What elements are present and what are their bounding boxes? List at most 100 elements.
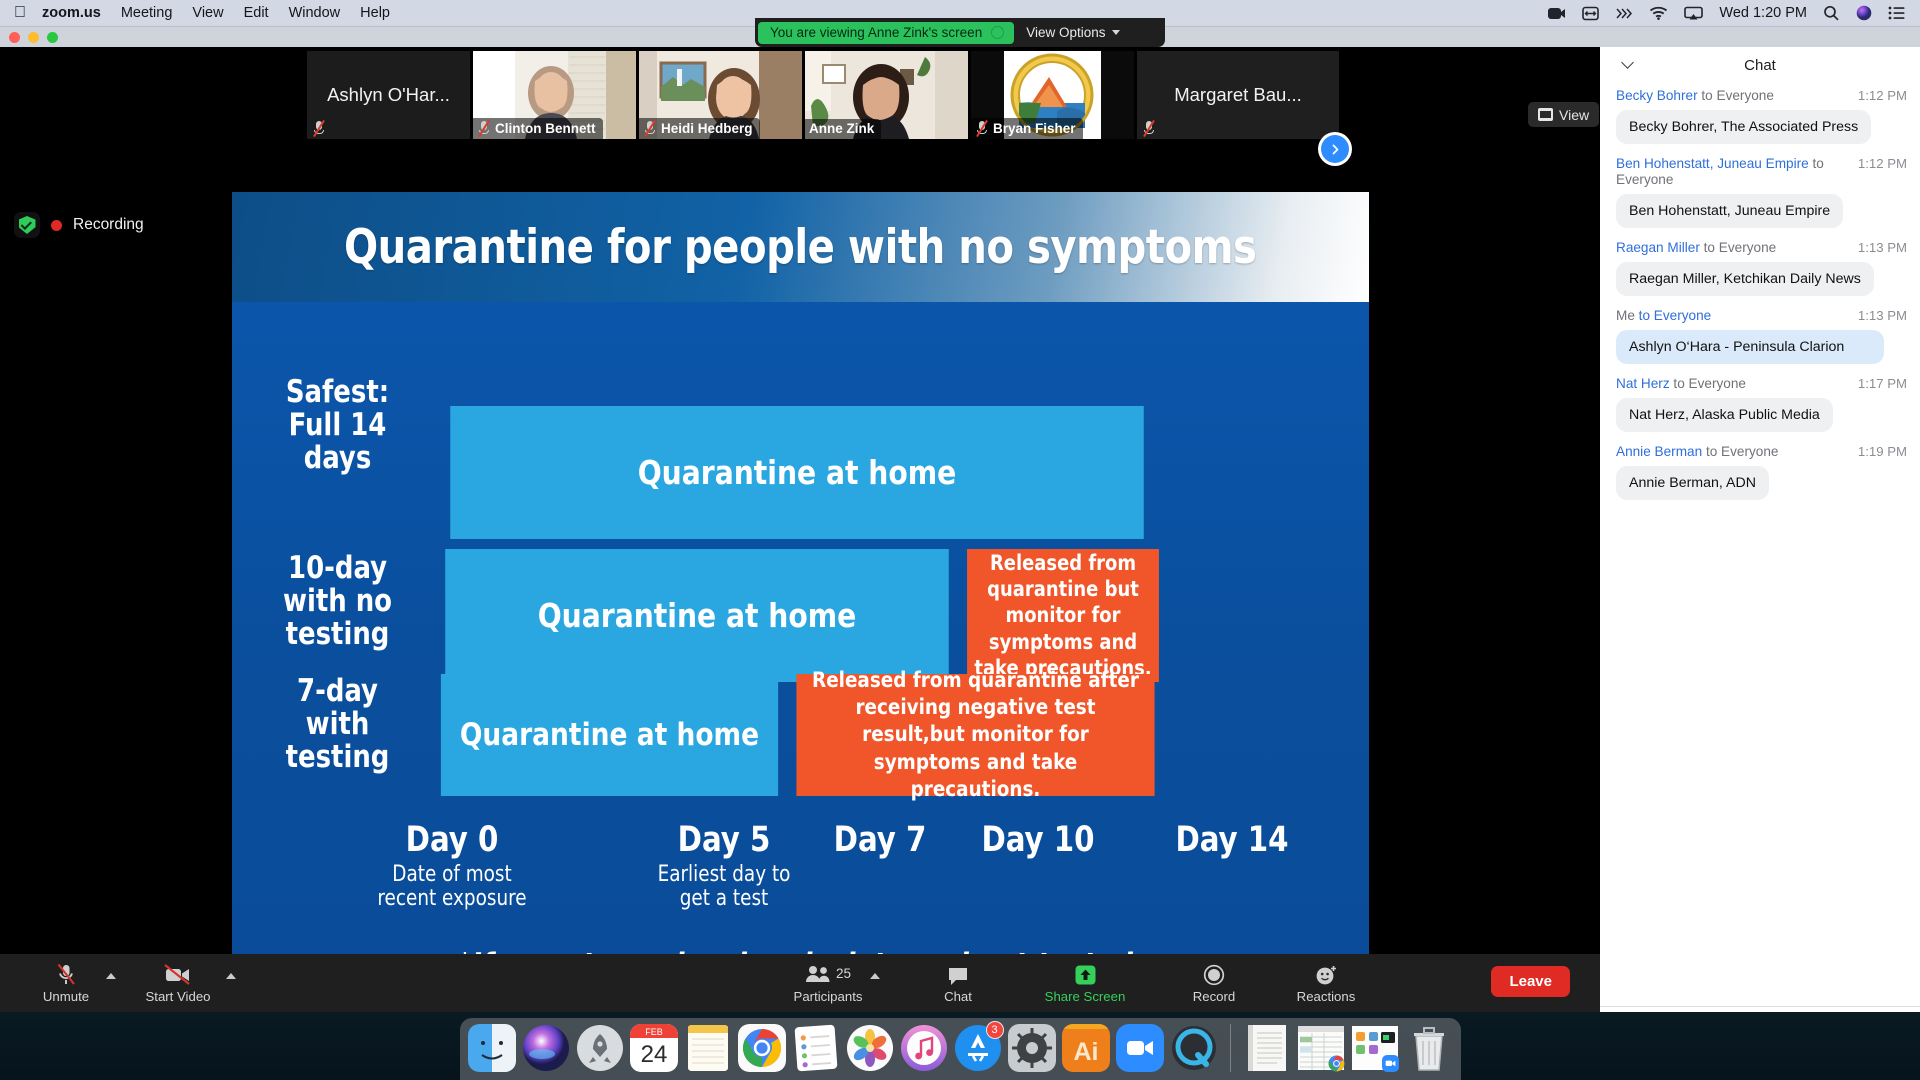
apple-icon[interactable]: : [14, 5, 26, 21]
dock-item-photos[interactable]: [846, 1024, 894, 1080]
minimize-button[interactable]: [28, 32, 39, 43]
dock-item-siri[interactable]: [522, 1024, 570, 1080]
thumbnail-bryan-fisher[interactable]: Bryan Fisher: [971, 51, 1134, 139]
thumbnail-ashlyn-ohara[interactable]: Ashlyn O'Har...: [307, 51, 470, 139]
dock-item-launchpad[interactable]: [576, 1024, 624, 1080]
thumbnail-anne-zink[interactable]: Anne Zink: [805, 51, 968, 139]
bar-text: Quarantine at home: [537, 596, 857, 635]
control-center-icon[interactable]: [1888, 6, 1906, 20]
siri-icon: [522, 1024, 570, 1072]
participants-label: Participants: [793, 988, 863, 1004]
shield-check-icon[interactable]: [14, 212, 40, 238]
dock-item-finder[interactable]: [467, 1024, 516, 1080]
menu-item-window[interactable]: Window: [289, 5, 341, 21]
dock-minimized-zoom-window[interactable]: [1351, 1024, 1399, 1080]
search-icon[interactable]: [1823, 5, 1840, 21]
menu-item-meeting[interactable]: Meeting: [121, 5, 173, 21]
chat-message: Becky Bohrer to Everyone 1:12 PM Becky B…: [1616, 88, 1907, 144]
chat-bubble: Ben Hohenstatt, Juneau Empire: [1616, 194, 1844, 229]
menu-item-help[interactable]: Help: [360, 5, 390, 21]
itunes-icon: [900, 1024, 948, 1072]
airplay-icon[interactable]: [1684, 6, 1704, 21]
duet-display-icon[interactable]: [1582, 6, 1600, 21]
dock-item-calendar[interactable]: FEB 24: [629, 1024, 678, 1080]
unmute-button[interactable]: Unmute: [30, 963, 116, 1004]
pause-ring-icon[interactable]: [991, 26, 1005, 39]
start-video-button[interactable]: Start Video: [136, 963, 236, 1004]
record-button[interactable]: Record: [1182, 963, 1246, 1004]
leave-button[interactable]: Leave: [1491, 966, 1570, 997]
finder-icon: [467, 1024, 516, 1072]
row-label-text: Safest: Full 14 days: [285, 374, 390, 476]
quicktime-icon: [1170, 1024, 1218, 1072]
sharing-status-text: You are viewing Anne Zink's screen: [770, 25, 983, 40]
dock-minimized-browser-window[interactable]: [1297, 1024, 1345, 1080]
menu-item-zoom-us[interactable]: zoom.us: [42, 5, 101, 21]
dock-item-system-preferences[interactable]: [1007, 1024, 1056, 1080]
thumbnail-name: Anne Zink: [809, 121, 875, 136]
menu-item-view[interactable]: View: [192, 5, 223, 21]
recording-dot-icon: [51, 219, 62, 231]
dock-minimized-document[interactable]: [1243, 1024, 1291, 1080]
bar-row2-quarantine: Quarantine at home: [445, 549, 949, 682]
chat-recipient: to Everyone: [1701, 88, 1774, 103]
chat-bubble: Annie Berman, ADN: [1616, 465, 1769, 500]
row-label-10-day: 10-day with no testing: [256, 552, 419, 651]
maximize-button[interactable]: [47, 32, 58, 43]
chat-bubble: Becky Bohrer, The Associated Press: [1616, 109, 1872, 144]
chevron-down-icon[interactable]: [1623, 58, 1634, 69]
menu-item-edit[interactable]: Edit: [244, 5, 269, 21]
view-options-button[interactable]: View Options: [1014, 25, 1129, 40]
day-sub: Date of most recent exposure: [377, 861, 527, 911]
dock-item-reminders[interactable]: [792, 1024, 840, 1080]
next-page-button[interactable]: [1318, 132, 1352, 166]
dock-item-quicktime[interactable]: [1170, 1024, 1218, 1080]
day-label-10: Day 10: [954, 822, 1121, 859]
mic-off-icon: [975, 119, 989, 138]
dock-item-itunes[interactable]: [900, 1024, 948, 1080]
dock-item-notes[interactable]: [684, 1024, 732, 1080]
dock-item-app-store[interactable]: 3: [954, 1021, 1004, 1080]
chat-label: Chat: [944, 988, 972, 1004]
close-button[interactable]: [9, 32, 20, 43]
dock-item-illustrator[interactable]: Ai: [1061, 1024, 1110, 1080]
share-screen-button[interactable]: Share Screen: [1032, 963, 1138, 1004]
audio-options-caret-icon[interactable]: [106, 972, 116, 979]
thumbnail-name: Clinton Bennett: [495, 120, 596, 136]
view-button[interactable]: View: [1528, 102, 1600, 127]
mic-off-icon: [643, 119, 657, 138]
menubar-clock[interactable]: Wed 1:20 PM: [1719, 5, 1807, 21]
zoom-icon: [1115, 1024, 1164, 1072]
wifi-icon[interactable]: [1649, 6, 1668, 20]
calendar-icon: FEB 24: [629, 1024, 678, 1072]
zoom-tray-icon[interactable]: [1547, 6, 1566, 21]
video-options-caret-icon[interactable]: [226, 972, 236, 979]
dock-item-trash[interactable]: [1405, 1024, 1453, 1080]
launchpad-icon: [576, 1024, 624, 1072]
mic-off-icon: [54, 963, 78, 986]
chat-title: Chat: [1744, 57, 1776, 74]
siri-icon[interactable]: [1856, 5, 1872, 21]
participants-caret-icon[interactable]: [870, 972, 880, 979]
thumbnail-margaret-bau[interactable]: Margaret Bau...: [1137, 51, 1339, 139]
participants-button[interactable]: 25 Participants: [780, 963, 880, 1004]
photos-icon: [846, 1024, 894, 1072]
chat-message-list[interactable]: Becky Bohrer to Everyone 1:12 PM Becky B…: [1600, 84, 1920, 1006]
chat-bubble: Nat Herz, Alaska Public Media: [1616, 397, 1833, 433]
chat-message-meta: Nat Herz to Everyone 1:17 PM: [1616, 376, 1907, 393]
timeline-day-labels: Day 0 Date of most recent exposure Day 5…: [232, 822, 1369, 932]
chat-bubble-icon: [947, 963, 969, 986]
thumbnail-heidi-hedberg[interactable]: Heidi Hedberg: [639, 51, 802, 139]
reactions-button[interactable]: Reactions: [1286, 963, 1366, 1004]
notes-icon: [684, 1024, 732, 1072]
dock-item-chrome[interactable]: [737, 1024, 786, 1080]
chevrons-icon[interactable]: [1615, 7, 1633, 20]
reminders-icon: [792, 1024, 840, 1072]
chat-sender-name: Ben Hohenstatt, Juneau Empire: [1616, 155, 1809, 171]
thumbnail-label: Heidi Hedberg: [639, 118, 760, 139]
window-controls[interactable]: [9, 32, 58, 43]
thumbnail-clinton-bennett[interactable]: Clinton Bennett: [473, 51, 636, 139]
chat-button[interactable]: Chat: [930, 963, 986, 1004]
chat-sender: Becky Bohrer to Everyone: [1616, 88, 1780, 105]
dock-item-zoom[interactable]: [1115, 1024, 1164, 1080]
